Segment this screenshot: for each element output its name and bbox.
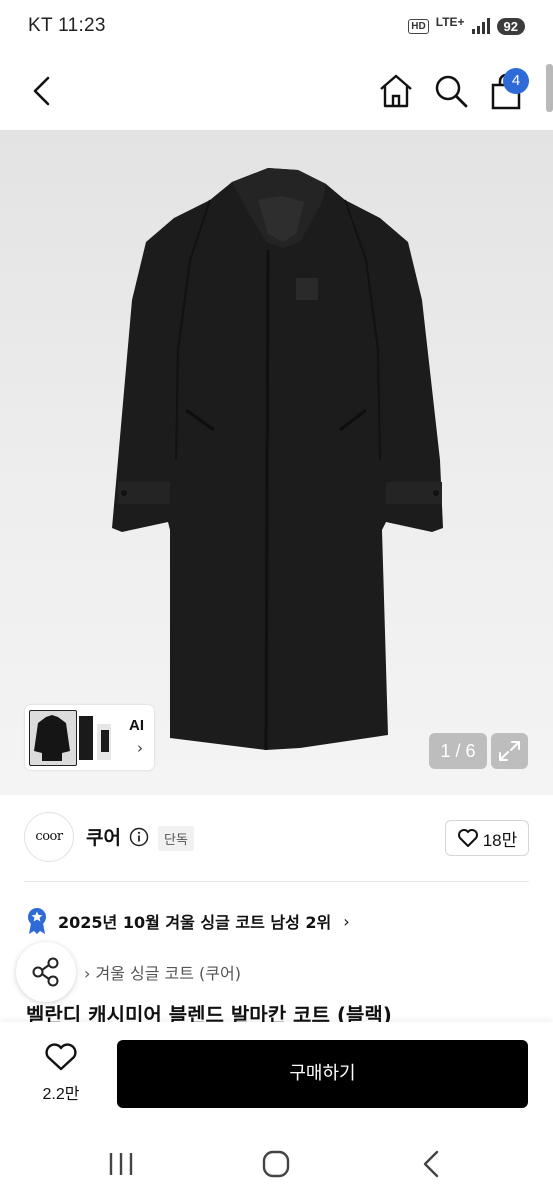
carrier-time: KT 11:23	[28, 15, 106, 36]
expand-button[interactable]	[491, 733, 528, 769]
expand-icon	[499, 741, 520, 761]
scrollbar[interactable]	[546, 64, 553, 112]
status-icons: HD LTE+ 92	[408, 15, 525, 35]
product-image-gallery[interactable]: AI › 1 / 6	[0, 130, 553, 795]
image-pager: 1 / 6	[429, 733, 487, 769]
nav-back-icon[interactable]	[420, 1150, 442, 1178]
category-breadcrumb[interactable]: › 겨울 싱글 코트 (쿠어)	[84, 960, 241, 984]
cart-count-badge: 4	[503, 68, 529, 94]
brand-like-count: 18만	[482, 830, 518, 850]
search-icon[interactable]	[432, 72, 470, 110]
wishlist-count: 2.2만	[42, 1086, 80, 1103]
brand-name[interactable]: 쿠어	[86, 823, 121, 850]
wishlist-button[interactable]: 2.2만	[26, 1042, 96, 1106]
exclusive-badge: 단독	[158, 826, 194, 851]
network-indicator: LTE+	[435, 15, 465, 29]
brand-row: coor 쿠어 단독 18만	[24, 812, 529, 864]
heart-icon	[457, 829, 478, 847]
brand-like-button[interactable]: 18만	[445, 820, 529, 856]
buy-button[interactable]: 구매하기	[117, 1040, 528, 1108]
heart-icon	[45, 1043, 77, 1071]
nav-home-icon[interactable]	[262, 1150, 290, 1178]
thumbnail-image	[29, 709, 77, 766]
ranking-link[interactable]: 2025년 10월 겨울 싱글 코트 남성 2위 ›	[26, 906, 350, 936]
ai-thumbnail-card[interactable]: AI ›	[25, 705, 154, 770]
product-photo	[112, 168, 443, 751]
signal-icon	[471, 18, 490, 34]
home-icon[interactable]	[377, 72, 415, 110]
recent-apps-icon[interactable]	[108, 1151, 134, 1177]
chevron-right-icon: ›	[137, 739, 143, 757]
battery-level: 92	[496, 17, 525, 35]
share-icon	[32, 957, 59, 987]
divider	[24, 881, 529, 882]
brand-logo[interactable]: coor	[24, 812, 74, 862]
back-icon[interactable]	[26, 74, 60, 108]
info-icon[interactable]	[129, 827, 149, 847]
hd-indicator: HD	[408, 18, 429, 34]
status-bar: KT 11:23 HD LTE+ 92	[0, 0, 553, 52]
chevron-right-icon: ›	[343, 911, 350, 931]
ranking-text: 2025년 10월 겨울 싱글 코트 남성 2위	[58, 913, 332, 932]
thumbnail-image	[77, 710, 117, 766]
ai-label: AI	[129, 717, 144, 734]
share-button[interactable]	[16, 942, 76, 1002]
medal-icon	[28, 908, 46, 934]
app-header	[0, 56, 553, 128]
system-navigation-bar	[0, 1126, 553, 1200]
purchase-bar: 2.2만 구매하기	[0, 1022, 553, 1126]
